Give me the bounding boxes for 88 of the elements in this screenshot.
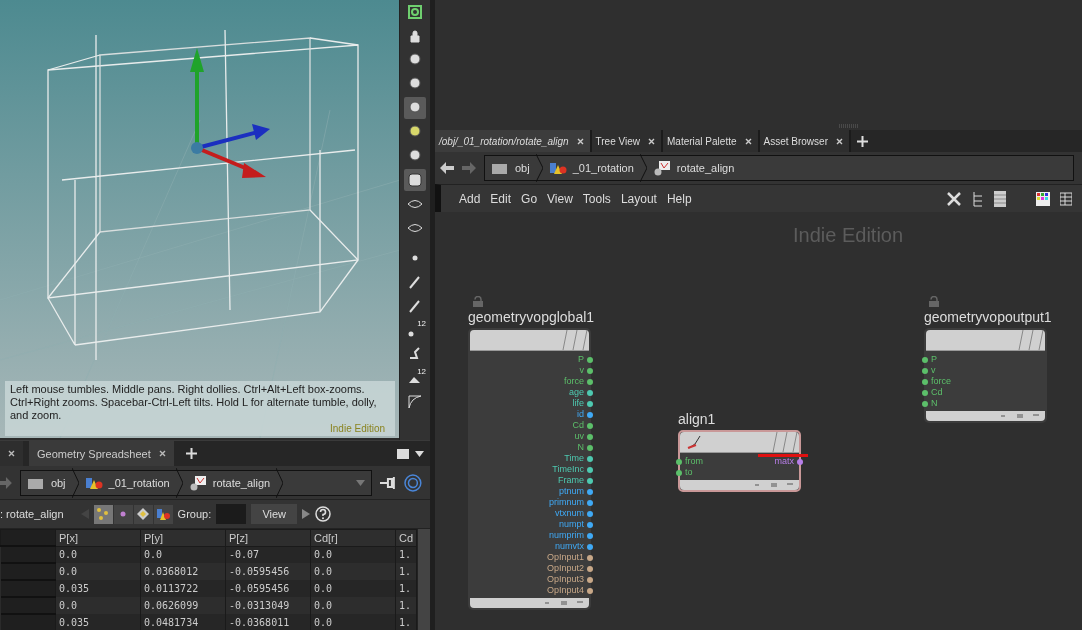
path-segment[interactable]: _01_rotation [572, 162, 634, 174]
table-cell: 0.035 [55, 614, 141, 630]
node-name[interactable]: geometryvopoutput1 [924, 309, 1052, 325]
table-cell: 0.0113722 [140, 580, 226, 597]
navigation-hint: Left mouse tumbles. Middle pans. Right dollies. Ctrl+Alt+Left box-zooms. Ctrl+Right zooms. Spacebar-Ctrl-Left tilts. Hold L for alternate tumble, dolly, and zoom. [10, 383, 378, 422]
port-label: Frame [558, 475, 584, 486]
port-label: primnum [549, 497, 584, 508]
port-label: OpInput1 [546, 552, 584, 563]
port-label: numprim [549, 530, 584, 541]
port-label: age [568, 387, 584, 398]
vop-node[interactable]: from matx to [678, 430, 801, 492]
port-label: OpInput2 [546, 563, 584, 574]
port-label: Cd [572, 420, 584, 431]
table-cell: -0.0368011 [225, 614, 311, 630]
column-header[interactable]: P[x] [55, 529, 141, 546]
path-segment[interactable]: rotate_align [676, 162, 735, 174]
table-cell: 0.0 [310, 597, 396, 614]
group-label: Group: [177, 508, 212, 520]
table-cell: 1. [395, 563, 417, 580]
menu-item[interactable]: Add [459, 191, 481, 206]
path-segment[interactable]: obj [50, 476, 66, 489]
vop-node[interactable]: P v force age life id Cd uv N Time TimeInc Frame ptnum primnum vtxnum numpt numprim numvtx OpInput1 OpInput2 OpInput3 OpInput4 [468, 328, 591, 610]
column-header[interactable]: P[z] [225, 529, 311, 546]
port-label: P [931, 354, 937, 365]
table-cell: 0.0481734 [140, 614, 226, 630]
column-header[interactable]: P[y] [140, 529, 226, 546]
menu-item[interactable]: View [547, 191, 573, 206]
port-label: life [572, 398, 584, 409]
port-label: force [564, 376, 584, 387]
table-cell: 1. [395, 597, 417, 614]
node-name[interactable]: geometryvopglobal1 [468, 309, 595, 325]
menu-item[interactable]: Layout [620, 191, 657, 206]
watermark: Indie Edition [330, 423, 386, 434]
pane-tab[interactable]: Geometry Spreadsheet [29, 441, 174, 466]
table-cell: 0.0 [310, 614, 396, 630]
table-cell: 0.035 [55, 580, 141, 597]
port-label: uv [574, 431, 584, 442]
path-bar[interactable]: obj _01_rotation rotate_align [19, 469, 373, 496]
table-cell: 0.0368012 [140, 563, 226, 580]
view-button[interactable]: View [251, 504, 298, 524]
port-label: ptnum [559, 486, 584, 497]
column-header[interactable]: Cd [395, 529, 417, 546]
column-header[interactable]: Cd[r] [310, 529, 396, 546]
port-label: v [931, 365, 936, 376]
port-label: v [579, 365, 584, 376]
pane-tab[interactable]: Material Palette [663, 130, 760, 152]
port-label: force [931, 376, 951, 387]
number-label: 12 [417, 319, 427, 328]
table-cell: 0.0 [310, 563, 396, 580]
table-cell: 0.0 [55, 563, 141, 580]
port-label: OpInput3 [546, 574, 584, 585]
path-segment[interactable]: obj [515, 162, 530, 174]
port-label: matx [774, 456, 794, 467]
menu-item[interactable]: Go [521, 191, 538, 206]
number-label: 12 [417, 367, 427, 376]
menu-item[interactable]: Tools [582, 191, 611, 206]
port-label: to [685, 467, 693, 478]
pane-tab[interactable]: /obj/_01_rotation/rotate_align [435, 130, 592, 152]
port-label: TimeInc [552, 464, 584, 475]
port-label: Cd [931, 387, 943, 398]
path-bar[interactable]: obj _01_rotation rotate_align [484, 155, 1074, 181]
table-cell: 1. [395, 580, 417, 597]
table-cell: 1. [395, 614, 417, 630]
port-label: N [931, 398, 938, 409]
table-cell: -0.0595456 [225, 580, 311, 597]
port-label: P [578, 354, 584, 365]
port-label: vtxnum [555, 508, 584, 519]
table-cell: -0.0595456 [225, 563, 311, 580]
port-label: OpInput4 [546, 585, 584, 596]
vop-node[interactable]: P v force Cd N [924, 328, 1047, 423]
port-label: numvtx [555, 541, 584, 552]
path-segment[interactable]: rotate_align [212, 476, 271, 489]
port-label: id [577, 409, 584, 420]
path-segment[interactable]: _01_rotation [108, 476, 170, 489]
table-cell: -0.0313049 [225, 597, 311, 614]
port-label: numpt [559, 519, 584, 530]
node-label: : rotate_align [0, 508, 64, 520]
port-label: from [685, 456, 703, 467]
table-cell: 0.0 [310, 580, 396, 597]
pane-tab[interactable]: Tree View [591, 130, 663, 152]
node-name[interactable]: align1 [678, 411, 716, 427]
menu-item[interactable]: Edit [490, 191, 512, 206]
table-cell: 0.0626099 [140, 597, 226, 614]
port-label: Time [564, 453, 584, 464]
port-label: N [577, 442, 584, 453]
table-cell: 0.0 [55, 597, 141, 614]
menu-item[interactable]: Help [666, 191, 692, 206]
pane-tab[interactable]: Asset Browser [759, 130, 851, 152]
